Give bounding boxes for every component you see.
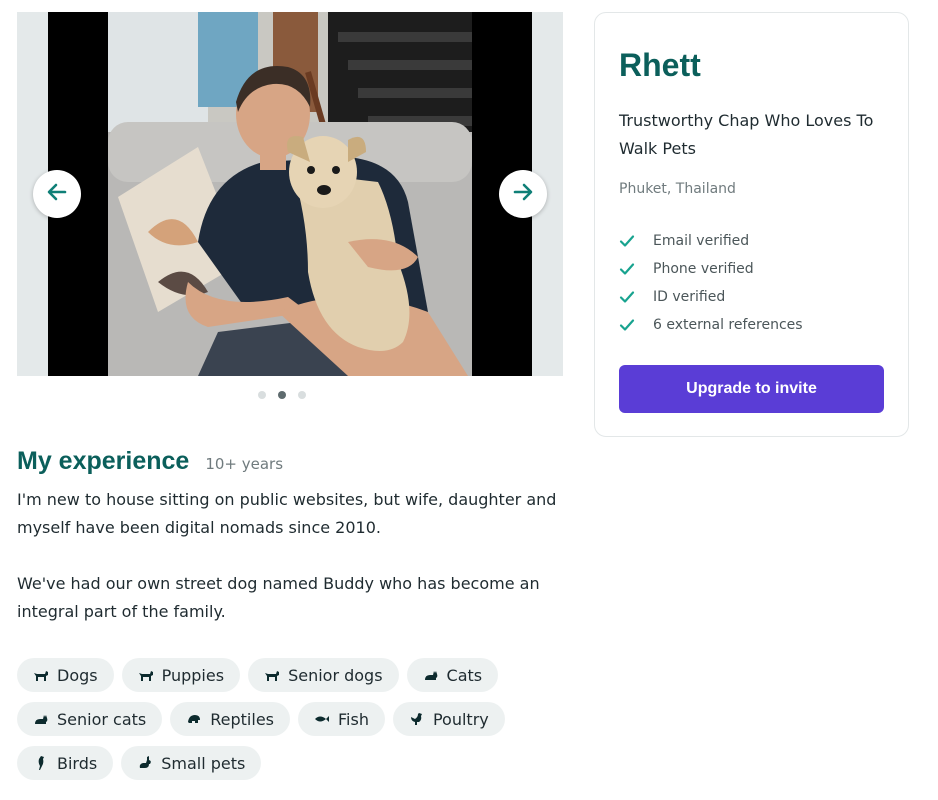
rabbit-icon: [137, 755, 153, 771]
check-icon: [619, 233, 635, 249]
experience-title: My experience: [17, 447, 190, 475]
bird-icon: [33, 755, 49, 771]
pet-chip-label: Dogs: [57, 665, 98, 685]
sitter-photo-image: [48, 12, 532, 376]
experience-description: I'm new to house sitting on public websi…: [17, 486, 557, 654]
pet-chip-small-pets[interactable]: Small pets: [121, 746, 262, 780]
upgrade-to-invite-button[interactable]: Upgrade to invite: [619, 365, 884, 413]
carousel-dot[interactable]: [298, 391, 306, 399]
experience-paragraph: We've had our own street dog named Buddy…: [17, 574, 540, 621]
pet-chip-fish[interactable]: Fish: [298, 702, 385, 736]
pet-chip-puppies[interactable]: Puppies: [121, 658, 241, 692]
carousel-pagination: [258, 391, 306, 399]
check-icon: [619, 261, 635, 277]
cat-icon: [423, 667, 439, 683]
pet-chip-label: Fish: [338, 709, 369, 729]
pet-chip-poultry[interactable]: Poultry: [392, 702, 505, 736]
sitter-photo: [48, 12, 532, 376]
verification-item: Phone verified: [619, 255, 803, 283]
sitter-tagline: Trustworthy Chap Who Loves To Walk Pets: [619, 111, 874, 158]
cat-icon: [33, 711, 49, 727]
carousel-dot-active[interactable]: [278, 391, 286, 399]
pet-types-list: Dogs Puppies Senior dogs Cats Senior cat…: [17, 658, 517, 780]
previous-photo-button[interactable]: [33, 170, 81, 218]
experience-header: My experience 10+ years: [17, 447, 283, 476]
dog-icon: [264, 667, 280, 683]
pet-chip-reptiles[interactable]: Reptiles: [170, 702, 290, 736]
verification-list: Email verified Phone verified ID verifie…: [619, 227, 803, 339]
fish-icon: [314, 711, 330, 727]
sitter-profile-card: Rhett Trustworthy Chap Who Loves To Walk…: [594, 12, 909, 437]
pet-chip-label: Reptiles: [210, 709, 274, 729]
pet-chip-birds[interactable]: Birds: [17, 746, 114, 780]
check-icon: [619, 317, 635, 333]
pet-chip-label: Small pets: [161, 753, 246, 773]
pet-chip-label: Poultry: [432, 709, 489, 729]
verification-item: 6 external references: [619, 311, 803, 339]
photo-carousel: [17, 12, 563, 376]
pet-chip-label: Senior dogs: [288, 665, 383, 685]
pet-chip-dogs[interactable]: Dogs: [17, 658, 114, 692]
sitter-location: Phuket, Thailand: [619, 181, 736, 197]
sitter-name: Rhett: [619, 47, 701, 83]
verification-label: 6 external references: [653, 317, 803, 333]
carousel-dot[interactable]: [258, 391, 266, 399]
pet-chip-senior-cats[interactable]: Senior cats: [17, 702, 163, 736]
pet-chip-cats[interactable]: Cats: [406, 658, 499, 692]
pet-chip-label: Puppies: [161, 665, 225, 685]
dog-icon: [33, 667, 49, 683]
chicken-icon: [409, 711, 425, 727]
experience-years: 10+ years: [205, 455, 284, 473]
verification-label: Email verified: [653, 233, 750, 249]
verification-label: Phone verified: [653, 261, 754, 277]
verification-item: ID verified: [619, 283, 803, 311]
pet-chip-senior-dogs[interactable]: Senior dogs: [248, 658, 399, 692]
pet-chip-label: Senior cats: [57, 709, 147, 729]
pet-chip-label: Cats: [446, 665, 483, 685]
check-icon: [619, 289, 635, 305]
arrow-left-icon: [45, 180, 69, 208]
experience-paragraph: I'm new to house sitting on public websi…: [17, 490, 557, 537]
arrow-right-icon: [511, 180, 535, 208]
turtle-icon: [186, 711, 202, 727]
verification-label: ID verified: [653, 289, 726, 305]
dog-icon: [138, 667, 154, 683]
verification-item: Email verified: [619, 227, 803, 255]
pet-chip-label: Birds: [57, 753, 98, 773]
next-photo-button[interactable]: [499, 170, 547, 218]
